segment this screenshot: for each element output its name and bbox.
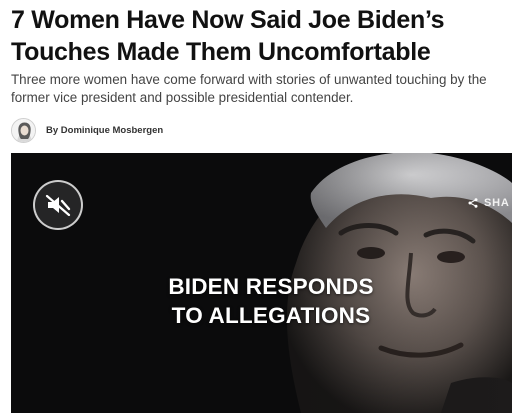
share-icon (468, 198, 478, 208)
article-headline: 7 Women Have Now Said Joe Biden’s Touche… (11, 6, 445, 66)
speaker-muted-icon (45, 194, 71, 216)
author-portrait-icon (12, 119, 35, 142)
video-title-line-2: TO ALLEGATIONS (171, 303, 371, 328)
share-label: SHA (484, 197, 510, 209)
share-button[interactable]: SHA (468, 197, 512, 209)
article-subheadline: Three more women have come forward with … (11, 72, 487, 105)
byline: By Dominique Mosbergen (11, 117, 163, 144)
author-avatar[interactable] (11, 118, 36, 143)
mute-toggle-button[interactable] (33, 180, 83, 230)
video-title-overlay: BIDEN RESPONDS TO ALLEGATIONS (151, 272, 391, 330)
video-player[interactable]: SHA BIDEN RESPONDS TO ALLEGATIONS (11, 153, 512, 413)
author-name[interactable]: By Dominique Mosbergen (46, 125, 163, 136)
video-title-line-1: BIDEN RESPONDS (168, 274, 374, 299)
